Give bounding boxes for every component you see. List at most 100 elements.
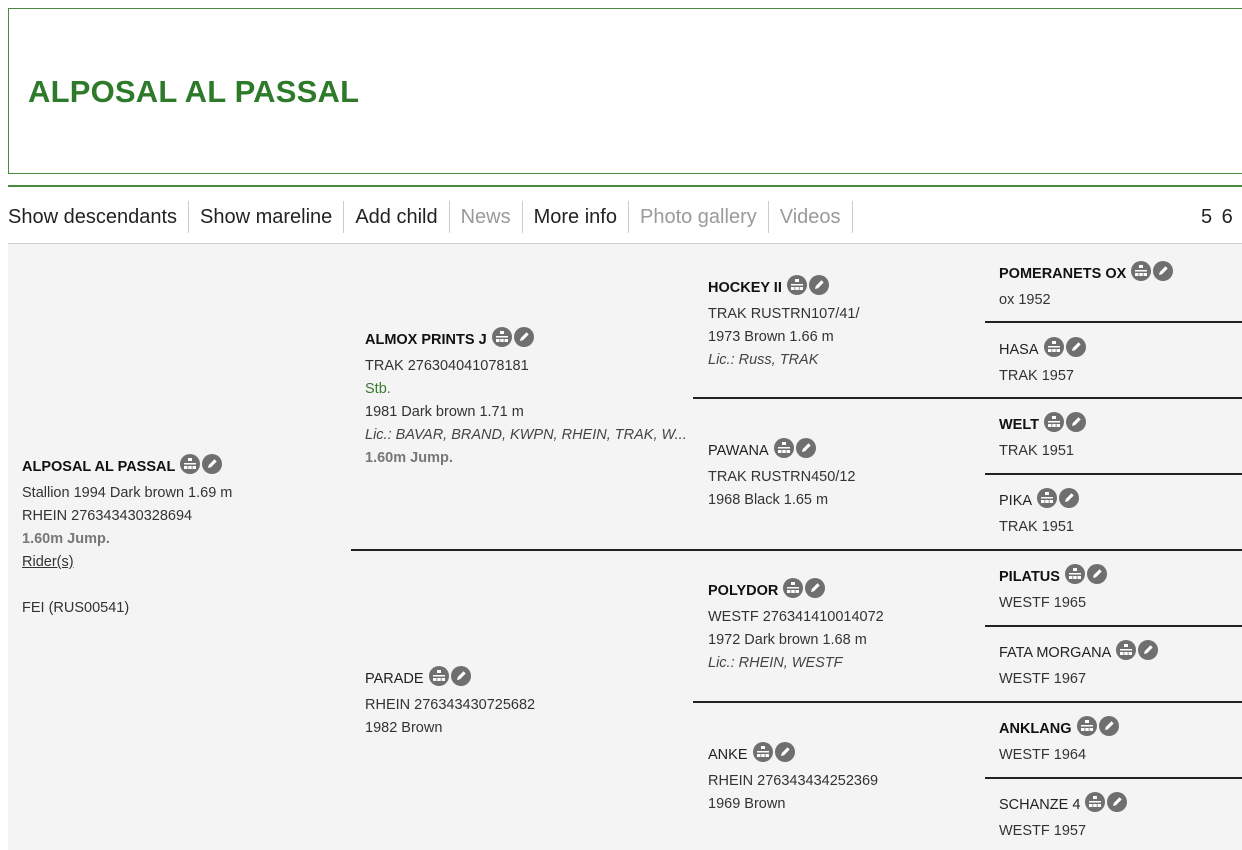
horse-info: ox 1952 [999, 292, 1051, 308]
edit-pencil-icon[interactable] [1107, 792, 1128, 812]
horse-sire-sire: HOCKEY II TRAK RUSTRN107/41/ 1973 Brown … [708, 275, 860, 372]
pedigree-tree-icon[interactable] [1131, 261, 1152, 281]
pedigree-tree-icon[interactable] [491, 327, 512, 347]
horse-registration: TRAK 276304041078181 [365, 358, 529, 374]
horse-name[interactable]: WELT [999, 417, 1039, 433]
pedigree-tree-icon[interactable] [1085, 792, 1106, 812]
pedigree-tree-icon[interactable] [752, 742, 773, 762]
more-info-link[interactable]: More info [523, 201, 629, 233]
horse-gen3-1: POMERANETS OX ox 1952 [999, 261, 1175, 312]
edit-pencil-icon[interactable] [202, 454, 223, 474]
horse-registration: RHEIN 276343430328694 [22, 508, 193, 524]
edit-pencil-icon[interactable] [1065, 337, 1086, 357]
edit-pencil-icon[interactable] [1059, 488, 1080, 508]
videos-link[interactable]: Videos [769, 201, 853, 233]
horse-gen3-3: WELT TRAK 1951 [999, 412, 1088, 463]
pedigree-tree-icon[interactable] [1037, 488, 1058, 508]
edit-pencil-icon[interactable] [1086, 564, 1107, 584]
news-link[interactable]: News [450, 201, 523, 233]
pedigree-tree-icon[interactable] [1044, 412, 1064, 432]
horse-info: TRAK 1957 [999, 368, 1074, 384]
horse-sire-dam: PAWANA TRAK RUSTRN450/12 1968 Black 1.65… [708, 438, 855, 512]
horse-name[interactable]: HOCKEY II [708, 280, 782, 296]
horse-name[interactable]: ALPOSAL AL PASSAL [22, 459, 175, 475]
horse-actions [786, 275, 831, 303]
jump-level: 1.60m Jump. [365, 450, 453, 466]
pedigree-tree-icon[interactable] [1064, 564, 1085, 584]
horse-actions [1076, 716, 1121, 744]
pedigree-tree-icon[interactable] [428, 666, 449, 686]
header-divider [8, 185, 1242, 187]
horse-info: WESTF 1965 [999, 595, 1087, 611]
show-mareline-link[interactable]: Show mareline [189, 201, 345, 233]
horse-info: 1973 Brown 1.66 m [708, 329, 834, 345]
horse-actions [180, 454, 224, 482]
pedigree-divider [693, 701, 1242, 703]
horse-sire: ALMOX PRINTS J TRAK 276304041078181 Stb.… [365, 327, 687, 470]
pedigree-tree-icon[interactable] [786, 275, 807, 295]
horse-info: 1972 Dark brown 1.68 m [708, 632, 867, 648]
edit-pencil-icon[interactable] [1138, 640, 1159, 660]
pedigree-tree-icon[interactable] [1043, 337, 1064, 357]
pedigree-tree-icon[interactable] [1116, 640, 1137, 660]
horse-name[interactable]: PILATUS [999, 569, 1060, 585]
horse-name[interactable]: POLYDOR [708, 583, 778, 599]
pedigree-divider [985, 625, 1242, 627]
edit-pencil-icon[interactable] [774, 742, 795, 762]
pedigree-tree-icon[interactable] [783, 578, 804, 598]
fei-id: FEI (RUS00541) [22, 600, 130, 616]
horse-name[interactable]: ANKE [708, 747, 748, 763]
horse-actions [1044, 412, 1088, 440]
horse-gen3-2: HASA TRAK 1957 [999, 337, 1088, 388]
horse-actions [428, 666, 473, 694]
horse-actions [1085, 792, 1129, 820]
pedigree-table: ALPOSAL AL PASSAL Stallion 1994 Dark bro… [8, 243, 1242, 850]
riders-link[interactable]: Rider(s) [22, 554, 74, 570]
horse-actions [1116, 640, 1160, 668]
pedigree-tree-icon[interactable] [1076, 716, 1097, 736]
horse-name[interactable]: SCHANZE 4 [999, 797, 1080, 813]
horse-registration: RHEIN 276343430725682 [365, 697, 536, 713]
horse-name[interactable]: ALMOX PRINTS J [365, 332, 487, 348]
edit-pencil-icon[interactable] [1098, 716, 1119, 736]
pedigree-divider [351, 549, 1242, 551]
horse-name[interactable]: POMERANETS OX [999, 266, 1126, 282]
edit-pencil-icon[interactable] [1066, 412, 1086, 432]
horse-name[interactable]: FATA MORGANA [999, 645, 1111, 661]
edit-pencil-icon[interactable] [808, 275, 829, 295]
horse-info: 1969 Brown [708, 796, 786, 812]
horse-dam-dam: ANKE RHEIN 276343434252369 1969 Brown [708, 742, 878, 816]
horse-registration: TRAK RUSTRN450/12 [708, 469, 856, 485]
edit-pencil-icon[interactable] [450, 666, 471, 686]
horse-registration: RHEIN 276343434252369 [708, 773, 879, 789]
edit-pencil-icon[interactable] [513, 327, 534, 347]
edit-pencil-icon[interactable] [805, 578, 826, 598]
horse-info: TRAK 1951 [999, 519, 1074, 535]
horse-main: ALPOSAL AL PASSAL Stallion 1994 Dark bro… [22, 454, 232, 620]
horse-info: Stallion 1994 Dark brown 1.69 m [22, 485, 233, 501]
edit-pencil-icon[interactable] [1153, 261, 1174, 281]
horse-name[interactable]: PARADE [365, 671, 424, 687]
pedigree-tree-icon[interactable] [180, 454, 201, 474]
horse-actions [1037, 488, 1081, 516]
horse-actions [783, 578, 827, 606]
horse-gen3-5: PILATUS WESTF 1965 [999, 564, 1109, 615]
show-descendants-link[interactable]: Show descendants [0, 201, 190, 233]
photo-gallery-link[interactable]: Photo gallery [629, 201, 769, 233]
add-child-link[interactable]: Add child [344, 201, 450, 233]
horse-name[interactable]: PAWANA [708, 443, 769, 459]
edit-pencil-icon[interactable] [795, 438, 816, 458]
horse-name[interactable]: PIKA [999, 493, 1032, 509]
pedigree-divider [985, 777, 1242, 779]
pedigree-tree-icon[interactable] [773, 438, 794, 458]
horse-info: WESTF 1967 [999, 671, 1087, 687]
horse-gen3-7: ANKLANG WESTF 1964 [999, 716, 1121, 767]
horse-gen3-6: FATA MORGANA WESTF 1967 [999, 640, 1160, 691]
horse-name[interactable]: HASA [999, 342, 1039, 358]
action-menu: Show descendants Show mareline Add child… [0, 196, 1242, 238]
generation-pager[interactable]: 5 6 7 [1201, 196, 1242, 238]
horse-info: 1968 Black 1.65 m [708, 492, 829, 508]
horse-dam: PARADE RHEIN 276343430725682 1982 Brown [365, 666, 535, 740]
horse-name[interactable]: ANKLANG [999, 721, 1072, 737]
license-list: Lic.: BAVAR, BRAND, KWPN, RHEIN, TRAK, W… [365, 427, 687, 443]
